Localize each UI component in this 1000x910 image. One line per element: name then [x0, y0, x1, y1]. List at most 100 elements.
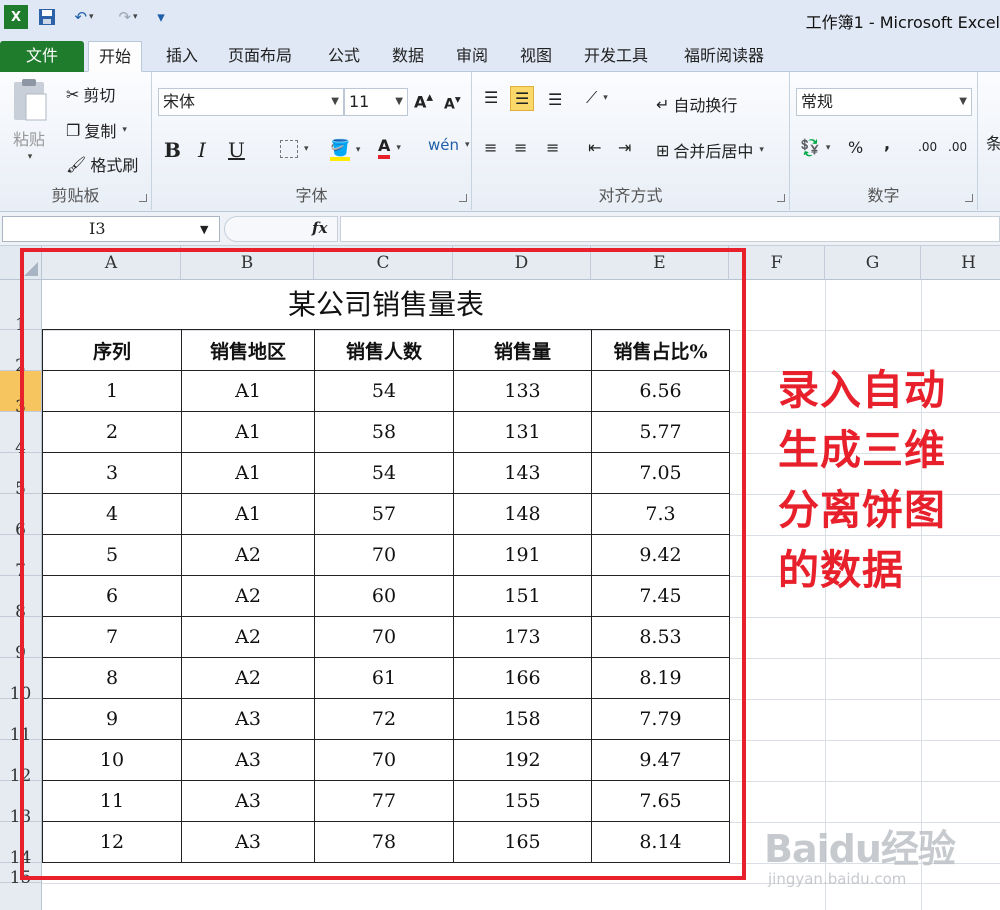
table-cell[interactable]: A1: [181, 411, 315, 453]
name-box[interactable]: I3: [2, 216, 220, 242]
wrap-text-button[interactable]: ↵ 自动换行: [656, 92, 737, 116]
bold-button[interactable]: B: [164, 138, 181, 162]
table-cell[interactable]: 166: [453, 657, 592, 699]
header-cell[interactable]: 销售占比%: [591, 329, 730, 371]
save-icon[interactable]: [36, 5, 58, 29]
excel-icon[interactable]: X: [4, 5, 28, 29]
table-cell[interactable]: 11: [42, 780, 182, 822]
redo-icon[interactable]: ↷ ▾: [110, 5, 146, 29]
table-cell[interactable]: 54: [314, 370, 454, 412]
header-cell[interactable]: 销售人数: [314, 329, 454, 371]
table-cell[interactable]: A1: [181, 452, 315, 494]
table-cell[interactable]: 58: [314, 411, 454, 453]
select-all-button[interactable]: [0, 246, 42, 280]
alignment-launcher-icon[interactable]: [777, 194, 785, 202]
font-name-combo[interactable]: 宋体 ▼: [158, 88, 344, 116]
table-cell[interactable]: 192: [453, 739, 592, 781]
undo-icon[interactable]: ↶ ▾: [66, 5, 102, 29]
table-cell[interactable]: 70: [314, 739, 454, 781]
clipboard-launcher-icon[interactable]: [139, 194, 147, 202]
table-cell[interactable]: 148: [453, 493, 592, 535]
insert-function-icon[interactable]: fx: [312, 219, 327, 237]
decrease-decimal-button[interactable]: .00: [948, 140, 967, 154]
table-cell[interactable]: 2: [42, 411, 182, 453]
header-cell[interactable]: 销售地区: [181, 329, 315, 371]
table-cell[interactable]: A2: [181, 657, 315, 699]
align-middle-button[interactable]: ☰: [510, 86, 535, 111]
name-box-dropdown-icon[interactable]: ▼: [200, 223, 208, 236]
row-header[interactable]: 5: [0, 453, 42, 499]
row-header[interactable]: 12: [0, 740, 42, 786]
shrink-font-button[interactable]: A▾: [444, 92, 461, 113]
tab-developer[interactable]: 开发工具: [574, 41, 658, 72]
table-cell[interactable]: 173: [453, 616, 592, 658]
table-cell[interactable]: 54: [314, 452, 454, 494]
table-cell[interactable]: 70: [314, 534, 454, 576]
table-cell[interactable]: A3: [181, 780, 315, 822]
table-cell[interactable]: A1: [181, 370, 315, 412]
table-cell[interactable]: 143: [453, 452, 592, 494]
tab-insert[interactable]: 插入: [156, 41, 208, 72]
underline-button[interactable]: U: [228, 138, 245, 162]
header-cell[interactable]: 序列: [42, 329, 182, 371]
row-header[interactable]: 11: [0, 699, 42, 745]
increase-decimal-button[interactable]: .00: [918, 140, 937, 154]
table-cell[interactable]: 7.79: [591, 698, 730, 740]
table-cell[interactable]: 60: [314, 575, 454, 617]
tab-formulas[interactable]: 公式: [318, 41, 370, 72]
column-header-e[interactable]: E: [591, 246, 729, 280]
table-cell[interactable]: 8.14: [591, 821, 730, 863]
table-cell[interactable]: 10: [42, 739, 182, 781]
orientation-button[interactable]: ⟋ ▾: [586, 88, 608, 108]
table-cell[interactable]: 70: [314, 616, 454, 658]
table-cell[interactable]: A2: [181, 575, 315, 617]
align-top-button[interactable]: ☰: [484, 88, 498, 107]
tab-data[interactable]: 数据: [382, 41, 434, 72]
table-cell[interactable]: 9: [42, 698, 182, 740]
row-header[interactable]: 16: [0, 883, 42, 910]
row-header[interactable]: 6: [0, 494, 42, 540]
table-cell[interactable]: 8.19: [591, 657, 730, 699]
tab-page-layout[interactable]: 页面布局: [218, 41, 302, 72]
column-header-c[interactable]: C: [314, 246, 453, 280]
table-cell[interactable]: 7: [42, 616, 182, 658]
table-cell[interactable]: 6.56: [591, 370, 730, 412]
number-format-combo[interactable]: 常规 ▼: [796, 88, 972, 116]
sheet-title[interactable]: 某公司销售量表: [42, 280, 730, 330]
column-header-a[interactable]: A: [42, 246, 181, 280]
copy-button[interactable]: ❐ 复制 ▾: [66, 118, 127, 142]
table-cell[interactable]: 5.77: [591, 411, 730, 453]
align-center-button[interactable]: ≡: [514, 138, 527, 157]
table-cell[interactable]: 57: [314, 493, 454, 535]
tab-view[interactable]: 视图: [510, 41, 562, 72]
font-color-button[interactable]: A ▾: [378, 136, 401, 159]
table-cell[interactable]: 151: [453, 575, 592, 617]
column-header-g[interactable]: G: [825, 246, 921, 280]
column-header-b[interactable]: B: [181, 246, 314, 280]
table-cell[interactable]: 12: [42, 821, 182, 863]
italic-button[interactable]: I: [198, 138, 206, 162]
row-header[interactable]: 10: [0, 658, 42, 704]
paste-button[interactable]: 粘贴 ▾: [8, 78, 50, 162]
row-header[interactable]: 9: [0, 617, 42, 663]
accounting-format-button[interactable]: 💱 ▾: [800, 138, 830, 157]
column-header-h[interactable]: H: [921, 246, 1000, 280]
table-cell[interactable]: 7.05: [591, 452, 730, 494]
table-cell[interactable]: 6: [42, 575, 182, 617]
table-cell[interactable]: A2: [181, 534, 315, 576]
increase-indent-button[interactable]: ⇥: [618, 138, 631, 157]
table-cell[interactable]: 7.45: [591, 575, 730, 617]
tab-home[interactable]: 开始: [88, 41, 143, 72]
row-header[interactable]: 4: [0, 412, 42, 458]
header-cell[interactable]: 销售量: [453, 329, 592, 371]
table-cell[interactable]: A3: [181, 739, 315, 781]
table-cell[interactable]: 4: [42, 493, 182, 535]
table-cell[interactable]: A3: [181, 698, 315, 740]
table-cell[interactable]: 1: [42, 370, 182, 412]
table-cell[interactable]: 8: [42, 657, 182, 699]
table-cell[interactable]: 165: [453, 821, 592, 863]
column-header-d[interactable]: D: [453, 246, 591, 280]
border-button[interactable]: ▾: [280, 140, 309, 158]
format-painter-button[interactable]: 🖌 格式刷: [66, 152, 138, 176]
row-header[interactable]: 13: [0, 781, 42, 827]
